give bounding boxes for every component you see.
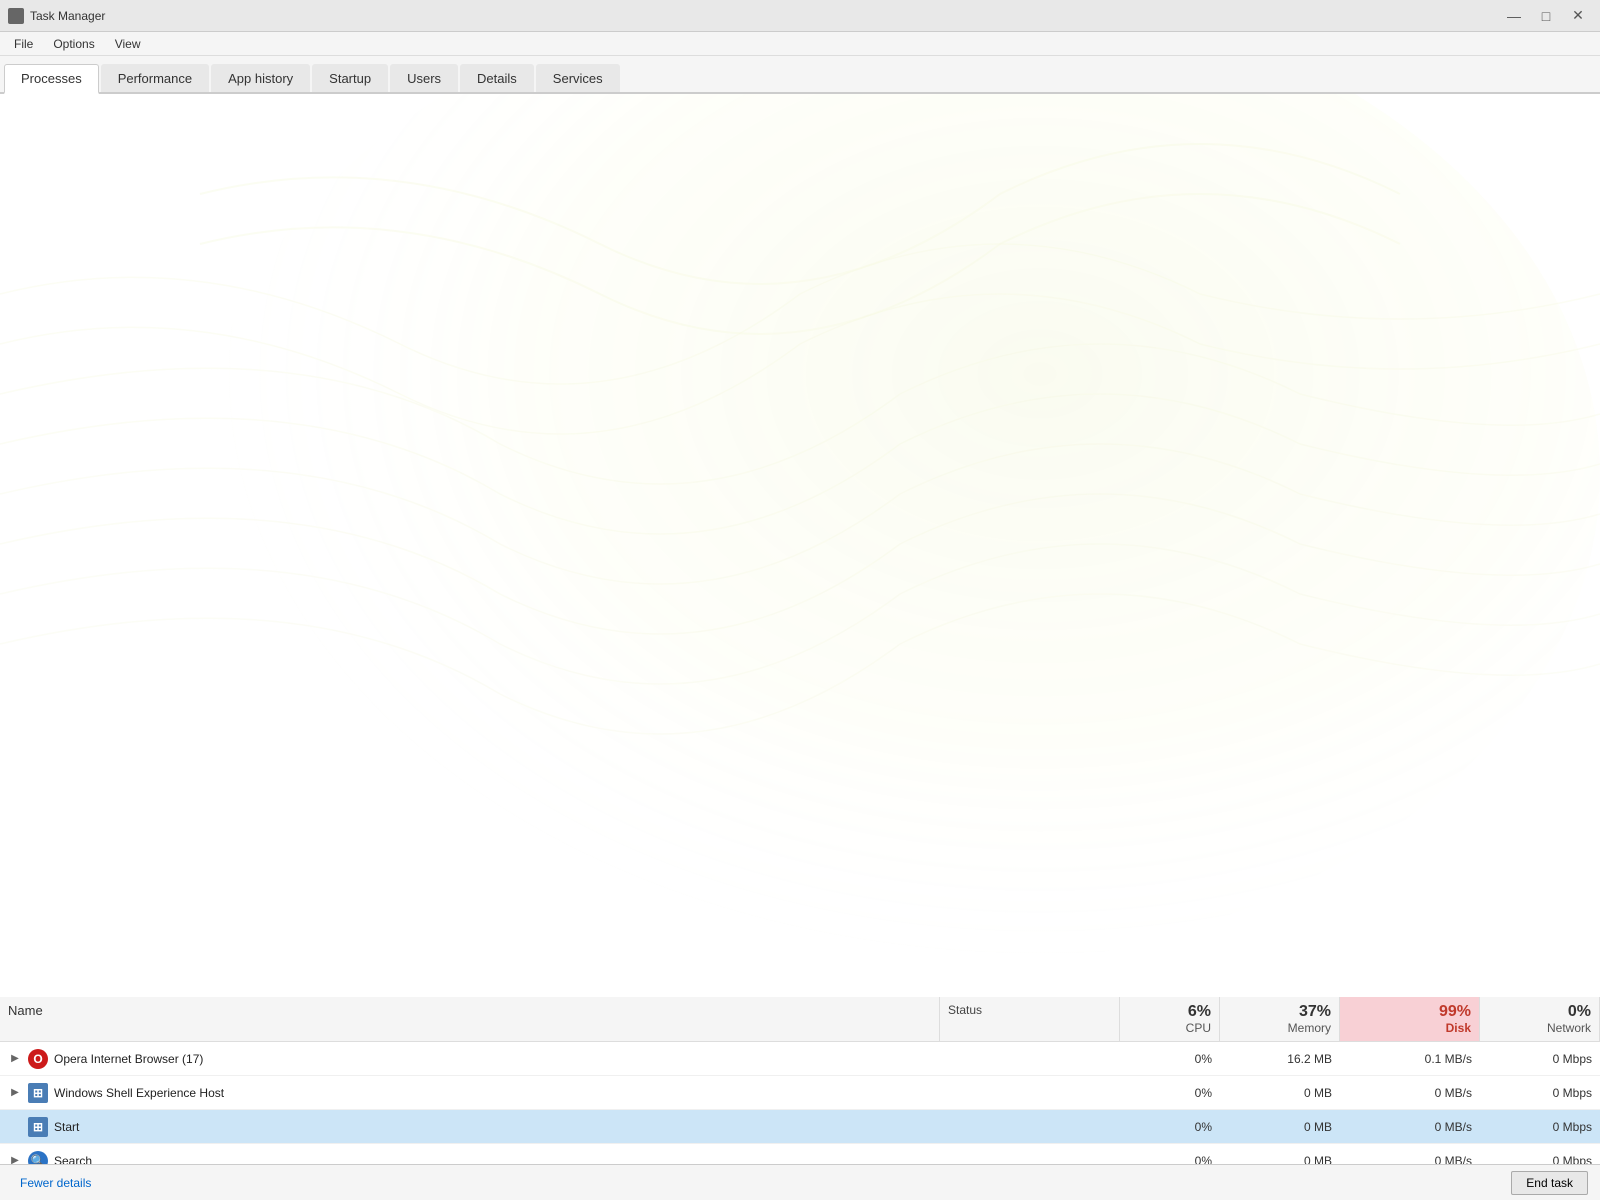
window-controls: — □ ✕ [1500,5,1592,27]
process-name-cell: ⊞ Start [0,1113,940,1141]
tab-users[interactable]: Users [390,64,458,92]
col-header-name[interactable]: Name [0,997,940,1041]
process-status [940,1157,1120,1165]
menu-bar: File Options View [0,32,1600,56]
minimize-button[interactable]: — [1500,5,1528,27]
process-icon: O [28,1049,48,1069]
fewer-details-button[interactable]: Fewer details [12,1172,99,1194]
process-cpu: 0% [1120,1150,1220,1165]
process-memory: 0 MB [1220,1116,1340,1138]
main-content: Name Status 6% CPU 37% Memory 99% Disk 0… [0,94,1600,1164]
process-name-label: Opera Internet Browser (17) [54,1052,203,1066]
process-name-cell: ▶ O Opera Internet Browser (17) [0,1045,940,1073]
process-cpu: 0% [1120,1048,1220,1070]
table-row[interactable]: ▶ 🔍 Search 0% 0 MB 0 MB/s 0 Mbps [0,1144,1600,1164]
tab-details[interactable]: Details [460,64,534,92]
menu-options[interactable]: Options [43,35,104,53]
process-table-body: ▶ O Opera Internet Browser (17) 0% 16.2 … [0,1042,1600,1164]
table-row[interactable]: ▶ ⊞ Windows Shell Experience Host 0% 0 M… [0,1076,1600,1110]
process-icon: ⊞ [28,1083,48,1103]
process-name-label: Start [54,1120,79,1134]
expand-button[interactable]: ▶ [8,1052,22,1066]
process-memory: 0 MB [1220,1082,1340,1104]
process-icon: ⊞ [28,1117,48,1137]
process-icon: 🔍 [28,1151,48,1165]
title-bar: Task Manager — □ ✕ [0,0,1600,32]
process-network: 0 Mbps [1480,1116,1600,1138]
end-task-button[interactable]: End task [1511,1171,1588,1195]
table-row[interactable]: ▶ O Opera Internet Browser (17) 0% 16.2 … [0,1042,1600,1076]
process-status [940,1055,1120,1063]
process-disk: 0.1 MB/s [1340,1048,1480,1070]
menu-view[interactable]: View [105,35,151,53]
col-header-status[interactable]: Status [940,997,1120,1041]
process-disk: 0 MB/s [1340,1150,1480,1165]
window-title: Task Manager [30,9,105,23]
close-button[interactable]: ✕ [1564,5,1592,27]
process-network: 0 Mbps [1480,1048,1600,1070]
process-network: 0 Mbps [1480,1150,1600,1165]
col-header-network[interactable]: 0% Network [1480,997,1600,1041]
process-network: 0 Mbps [1480,1082,1600,1104]
col-header-memory[interactable]: 37% Memory [1220,997,1340,1041]
tab-processes[interactable]: Processes [4,64,99,94]
process-name-label: Windows Shell Experience Host [54,1086,224,1100]
process-cpu: 0% [1120,1116,1220,1138]
title-bar-left: Task Manager [8,8,105,24]
process-name-cell: ▶ 🔍 Search [0,1147,940,1165]
process-memory: 0 MB [1220,1150,1340,1165]
col-header-cpu[interactable]: 6% CPU [1120,997,1220,1041]
app-icon [8,8,24,24]
bg-decoration [0,94,1600,994]
tab-apphistory[interactable]: App history [211,64,310,92]
table-header: Name Status 6% CPU 37% Memory 99% Disk 0… [0,997,1600,1042]
expand-button[interactable]: ▶ [8,1154,22,1165]
process-disk: 0 MB/s [1340,1082,1480,1104]
tabs-bar: Processes Performance App history Startu… [0,56,1600,94]
process-cpu: 0% [1120,1082,1220,1104]
tab-performance[interactable]: Performance [101,64,209,92]
process-disk: 0 MB/s [1340,1116,1480,1138]
bottom-bar: Fewer details End task [0,1164,1600,1200]
col-header-disk[interactable]: 99% Disk [1340,997,1480,1041]
process-status [940,1089,1120,1097]
process-name-cell: ▶ ⊞ Windows Shell Experience Host [0,1079,940,1107]
tab-services[interactable]: Services [536,64,620,92]
menu-file[interactable]: File [4,35,43,53]
maximize-button[interactable]: □ [1532,5,1560,27]
tab-startup[interactable]: Startup [312,64,388,92]
process-name-label: Search [54,1154,92,1165]
process-memory: 16.2 MB [1220,1048,1340,1070]
table-row[interactable]: ⊞ Start 0% 0 MB 0 MB/s 0 Mbps [0,1110,1600,1144]
process-status [940,1123,1120,1131]
expand-button[interactable]: ▶ [8,1086,22,1100]
